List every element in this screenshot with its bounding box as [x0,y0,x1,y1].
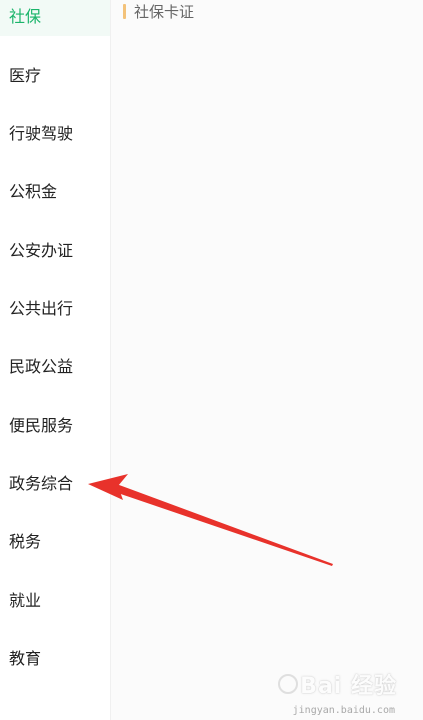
paw-icon [278,674,299,694]
sidebar-item-label: 政务综合 [9,474,74,493]
sidebar-item-medical[interactable]: 医疗 [0,53,110,95]
sidebar-item-civil-affairs[interactable]: 民政公益 [0,344,110,386]
sidebar-item-label: 社保 [9,7,42,26]
sidebar-item-label: 就业 [9,591,42,610]
sidebar-item-education[interactable]: 教育 [0,636,110,678]
sidebar-item-label: 医疗 [9,66,42,85]
sidebar-item-government-affairs[interactable]: 政务综合 [0,461,110,503]
sidebar-item-public-transport[interactable]: 公共出行 [0,286,110,328]
sidebar-item-label: 公积金 [9,182,58,201]
sidebar-item-taxation[interactable]: 税务 [0,519,110,561]
watermark-brand: Bai 经验 [300,674,397,699]
sidebar-item-label: 行驶驾驶 [9,124,74,143]
content-panel: 社保卡证 [111,0,423,720]
page: 社保 医疗 行驶驾驶 公积金 公安办证 公共出行 民政公益 便民服务 政务综合 … [0,0,423,720]
sidebar-item-label: 税务 [9,532,42,551]
sidebar-item-label: 教育 [9,649,42,668]
sidebar-item-convenience-services[interactable]: 便民服务 [0,403,110,445]
sidebar-item-social-security[interactable]: 社保 [0,0,110,36]
section-accent-bar [123,3,126,19]
sidebar-item-public-security[interactable]: 公安办证 [0,228,110,270]
sidebar-item-label: 公共出行 [9,299,74,318]
watermark-url: jingyan.baidu.com [292,705,395,716]
sidebar-item-employment[interactable]: 就业 [0,578,110,620]
sidebar-item-label: 便民服务 [9,416,74,435]
category-sidebar: 社保 医疗 行驶驾驶 公积金 公安办证 公共出行 民政公益 便民服务 政务综合 … [0,0,111,720]
sidebar-item-driving[interactable]: 行驶驾驶 [0,111,110,153]
section-header: 社保卡证 [123,1,194,21]
sidebar-item-housing-fund[interactable]: 公积金 [0,169,110,211]
baidu-jingyan-watermark: Bai 经验 [278,668,397,700]
section-title: 社保卡证 [134,2,195,21]
sidebar-item-label: 公安办证 [9,241,74,260]
sidebar-item-label: 民政公益 [9,357,74,376]
